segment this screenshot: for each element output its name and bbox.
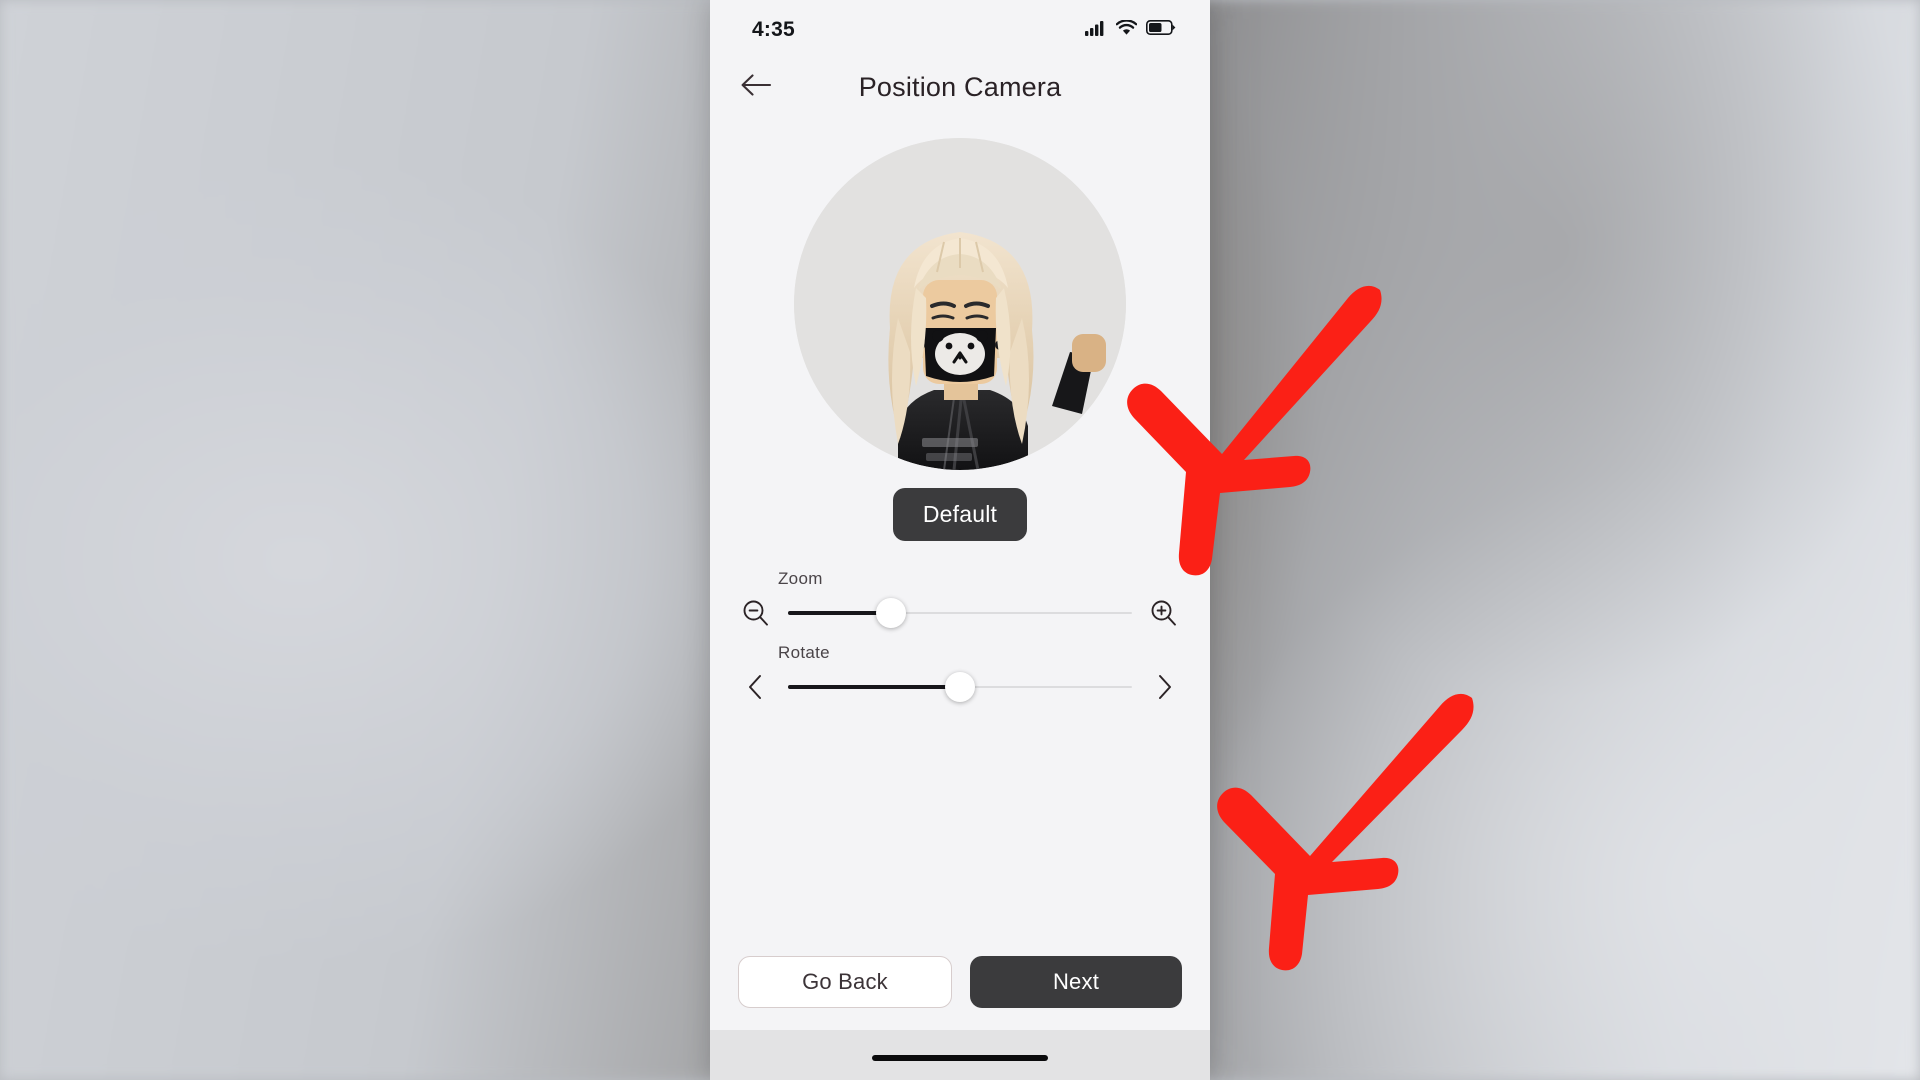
- rotate-track-fill: [788, 685, 960, 689]
- battery-icon: [1146, 20, 1176, 40]
- go-back-button[interactable]: Go Back: [738, 956, 952, 1008]
- wifi-icon: [1115, 18, 1138, 41]
- rotate-slider-thumb[interactable]: [945, 672, 975, 702]
- zoom-slider-row: [738, 595, 1182, 631]
- zoom-control-block: Zoom: [738, 569, 1182, 631]
- next-button[interactable]: Next: [970, 956, 1182, 1008]
- zoom-slider-track[interactable]: [788, 596, 1132, 630]
- page-title: Position Camera: [858, 71, 1062, 102]
- home-indicator-bar[interactable]: [872, 1055, 1048, 1061]
- phone-screen: 4:35 Position Camera Default Zoom Rotate…: [710, 0, 1210, 1030]
- phone-device: 4:35 Position Camera Default Zoom Rotate…: [710, 0, 1210, 1080]
- camera-controls: Zoom Rotate: [710, 541, 1210, 705]
- zoom-out-icon[interactable]: [738, 595, 774, 631]
- home-indicator-area: [710, 1030, 1210, 1080]
- avatar-preview-container: [710, 138, 1210, 470]
- zoom-slider-thumb[interactable]: [876, 598, 907, 628]
- avatar[interactable]: [794, 138, 1126, 470]
- status-bar: 4:35: [710, 0, 1210, 52]
- status-bar-clock: 4:35: [752, 18, 795, 41]
- rotate-label: Rotate: [778, 643, 830, 662]
- footer-actions: Go Back Next: [710, 934, 1210, 1030]
- zoom-in-icon[interactable]: [1146, 595, 1182, 631]
- status-bar-icons: [1085, 18, 1176, 41]
- arrow-left-icon: [739, 72, 773, 103]
- avatar-image: [794, 138, 1126, 470]
- default-button-row: Default: [710, 488, 1210, 541]
- zoom-label: Zoom: [778, 569, 823, 588]
- rotate-slider-row: [738, 669, 1182, 705]
- chevron-right-icon[interactable]: [1146, 669, 1182, 705]
- app-header: Position Camera: [710, 52, 1210, 122]
- chevron-left-icon[interactable]: [738, 669, 774, 705]
- cellular-signal-icon: [1085, 20, 1107, 41]
- rotate-control-block: Rotate: [738, 643, 1182, 705]
- rotate-slider-track[interactable]: [788, 670, 1132, 704]
- back-button[interactable]: [736, 67, 776, 107]
- default-button[interactable]: Default: [892, 488, 1028, 541]
